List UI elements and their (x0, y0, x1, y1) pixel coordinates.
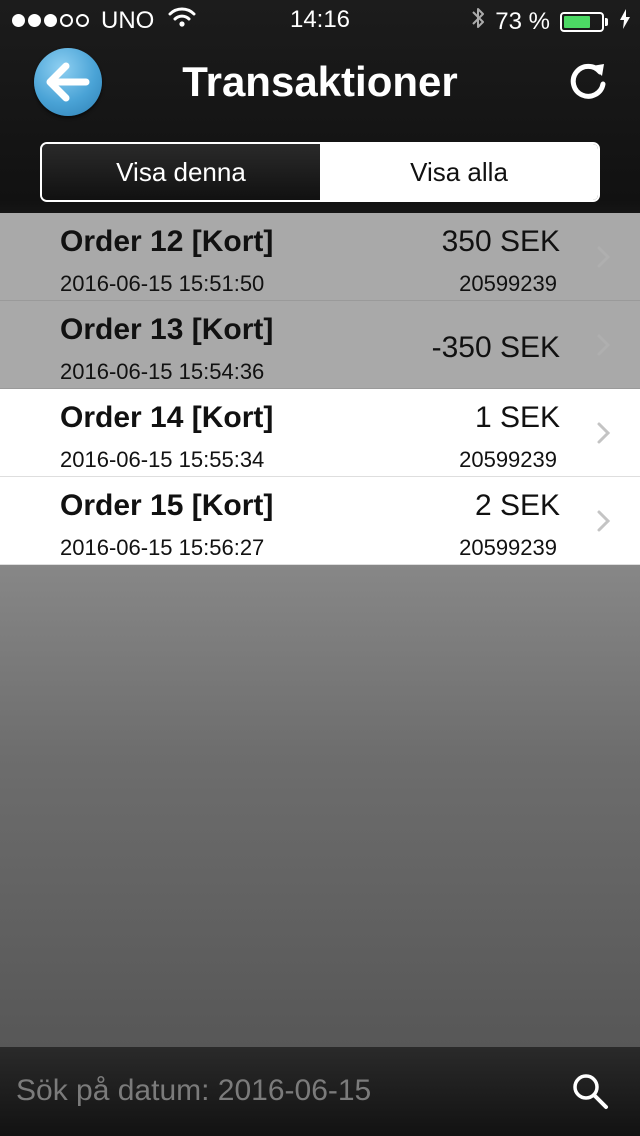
transaction-title: Order 12 [Kort] (60, 225, 274, 258)
battery-icon (560, 11, 608, 32)
transaction-amount: 2 SEK (474, 489, 560, 522)
battery-tip (605, 17, 608, 26)
transaction-reference: 20599239 (459, 535, 557, 560)
navigation-bar: Transaktioner (0, 40, 640, 128)
chevron-right-icon (597, 422, 611, 444)
transaction-amount: 350 SEK (441, 225, 560, 258)
transaction-date: 2016-06-15 15:54:36 (60, 359, 265, 384)
bluetooth-icon (471, 6, 485, 37)
chevron-right-icon (597, 246, 611, 268)
filter-segmented-control: Visa denna Visa alla (40, 142, 600, 202)
transaction-date: 2016-06-15 15:55:34 (60, 447, 265, 472)
transaction-date: 2016-06-15 15:56:27 (60, 535, 265, 560)
segment-show-this[interactable]: Visa denna (42, 144, 320, 200)
transaction-row[interactable]: Order 15 [Kort] 2 SEK 2016-06-15 15:56:2… (0, 477, 640, 565)
refresh-icon (570, 63, 606, 99)
refresh-button[interactable] (564, 58, 612, 106)
chevron-right-icon (597, 334, 611, 356)
segment-show-all[interactable]: Visa alla (320, 144, 598, 200)
transaction-title: Order 15 [Kort] (60, 489, 274, 522)
transaction-amount: 1 SEK (474, 401, 560, 434)
transaction-title: Order 14 [Kort] (60, 401, 274, 434)
battery-body (560, 11, 604, 32)
transaction-row[interactable]: Order 14 [Kort] 1 SEK 2016-06-15 15:55:3… (0, 389, 640, 477)
transaction-amount: -350 SEK (431, 331, 560, 364)
date-search-bar (0, 1047, 640, 1136)
transaction-title: Order 13 [Kort] (60, 313, 274, 346)
transaction-row[interactable]: Order 12 [Kort] 350 SEK 2016-06-15 15:51… (0, 213, 640, 301)
page-title: Transaktioner (182, 58, 458, 105)
transaction-date: 2016-06-15 15:51:50 (60, 271, 265, 296)
status-right: 73 % (471, 6, 630, 37)
list-empty-area (0, 565, 640, 1047)
transaction-reference: 20599239 (459, 447, 557, 472)
app-screen: UNO 14:16 73 % Transaktioner Visa denna … (0, 0, 640, 1136)
transaction-reference: 20599239 (459, 271, 557, 296)
chevron-right-icon (597, 510, 611, 532)
transaction-list: Order 12 [Kort] 350 SEK 2016-06-15 15:51… (0, 213, 640, 565)
battery-percent: 73 % (495, 7, 550, 35)
charging-icon (620, 8, 630, 36)
battery-fill (564, 15, 591, 28)
date-search-input[interactable] (16, 1067, 546, 1115)
transaction-row[interactable]: Order 13 [Kort] -350 SEK 2016-06-15 15:5… (0, 301, 640, 389)
search-icon[interactable] (570, 1071, 610, 1111)
status-bar: UNO 14:16 73 % (0, 0, 640, 40)
